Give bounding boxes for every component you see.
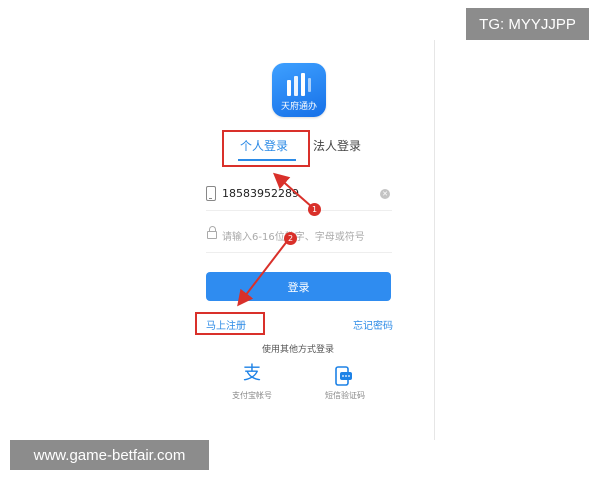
tg-badge: TG: MYYJJPP xyxy=(466,8,589,40)
sms-icon[interactable] xyxy=(335,366,353,386)
annotation-box-tab xyxy=(222,130,310,167)
logo-text: 天府通办 xyxy=(280,102,317,112)
phone-field-underline xyxy=(206,210,392,211)
divider xyxy=(434,40,435,440)
password-field-underline xyxy=(206,252,392,253)
alipay-icon[interactable]: 支 xyxy=(242,364,262,384)
phone-icon xyxy=(206,186,216,201)
phone-input[interactable]: 18583952289 xyxy=(222,187,299,200)
lock-icon xyxy=(207,226,217,239)
annotation-box-register xyxy=(195,312,265,335)
site-badge: www.game-betfair.com xyxy=(10,440,209,470)
alipay-login-label[interactable]: 支付宝帐号 xyxy=(232,390,272,401)
annotation-marker-1: 1 xyxy=(308,203,321,216)
sms-login-label[interactable]: 短信验证码 xyxy=(325,390,365,401)
app-logo: 天府通办 xyxy=(272,63,326,117)
annotation-marker-2: 2 xyxy=(284,232,297,245)
clear-icon[interactable]: ✕ xyxy=(380,189,390,199)
forgot-password-link[interactable]: 忘记密码 xyxy=(353,317,393,332)
login-button[interactable]: 登录 xyxy=(206,272,391,301)
other-login-label: 使用其他方式登录 xyxy=(262,345,335,355)
logo-bars-icon xyxy=(287,73,311,96)
tab-legal-login[interactable]: 法人登录 xyxy=(313,137,361,154)
